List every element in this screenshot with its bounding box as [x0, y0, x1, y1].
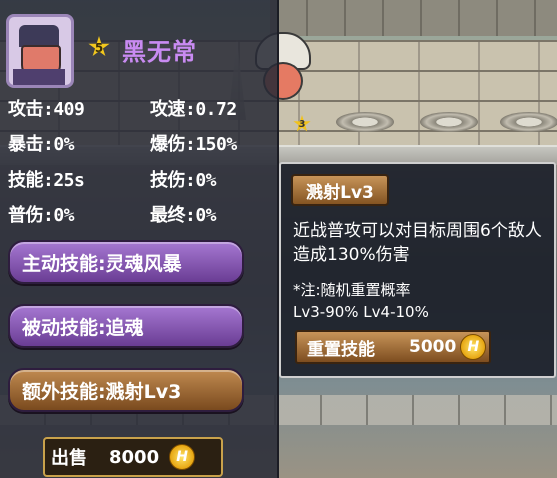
extra-skill-label: 额外技能:溅射Lv3	[22, 380, 182, 403]
passive-skill-button[interactable]: 被动技能:追魂	[8, 304, 244, 348]
scene-wall	[270, 0, 557, 36]
skill-detail-title: 溅射Lv3	[291, 174, 389, 206]
skill-reset-note: *注:随机重置概率 Lv3-90% Lv4-10%	[293, 279, 551, 323]
placement-pad[interactable]	[336, 112, 394, 132]
sell-label: 出售	[51, 448, 87, 469]
stat-crit: 暴击:0%	[8, 134, 75, 155]
reset-skill-price: 5000	[409, 337, 457, 357]
coin-icon: H	[460, 334, 487, 360]
active-skill-label: 主动技能:灵魂风暴	[22, 252, 182, 275]
sell-price: 8000	[109, 446, 160, 468]
stat-crit-damage: 爆伤:150%	[150, 134, 237, 155]
star-level-icon: 5	[88, 36, 110, 57]
placement-pad[interactable]	[420, 112, 478, 132]
extra-skill-button[interactable]: 额外技能:溅射Lv3	[8, 368, 244, 412]
stat-normal-damage: 普伤:0%	[8, 205, 75, 226]
reset-skill-button[interactable]: 重置技能 5000 H	[295, 330, 491, 364]
active-skill-button[interactable]: 主动技能:灵魂风暴	[8, 240, 244, 284]
stat-skill-cooldown: 技能:25s	[8, 170, 85, 191]
skill-description: 近战普攻可以对目标周围6个敌人造成130%伤害	[293, 221, 542, 265]
portrait-hat	[19, 25, 59, 47]
stat-final-damage: 最终:0%	[150, 205, 217, 226]
reset-note-title: *注:随机重置概率	[293, 281, 411, 299]
passive-skill-label: 被动技能:追魂	[22, 316, 144, 339]
stat-attack: 攻击:409	[8, 99, 85, 120]
sell-button[interactable]: 出售 8000 H	[43, 437, 223, 477]
portrait-body	[13, 69, 65, 85]
stat-skill-damage: 技伤:0%	[150, 170, 217, 191]
reset-skill-label: 重置技能	[307, 339, 375, 360]
hero-stats-panel: 5 黑无常 攻击:409 攻速:0.72 暴击:0% 爆伤:150% 技能:25…	[0, 0, 279, 478]
stat-attack-speed: 攻速:0.72	[150, 99, 237, 120]
coin-icon: H	[169, 444, 196, 470]
hero-name: 黑无常	[122, 38, 197, 66]
reset-note-odds: Lv3-90% Lv4-10%	[293, 303, 429, 321]
hero-portrait[interactable]	[6, 14, 74, 88]
placement-pad[interactable]	[500, 112, 557, 132]
skill-detail-panel: 溅射Lv3 近战普攻可以对目标周围6个敌人造成130%伤害 *注:随机重置概率 …	[279, 162, 556, 378]
